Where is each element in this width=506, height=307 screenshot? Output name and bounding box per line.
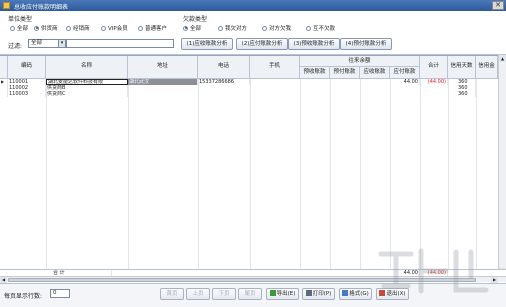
filter-input[interactable]: [66, 39, 174, 48]
radio-debt-none[interactable]: 互不欠款: [306, 24, 335, 32]
radio-unit-all[interactable]: 全部: [10, 24, 28, 32]
format-button[interactable]: 格式(G): [339, 288, 372, 300]
scroll-up-icon[interactable]: ▲: [499, 55, 506, 62]
unit-type-title: 单位类型: [8, 16, 33, 23]
col-header-code[interactable]: 编码: [8, 56, 46, 79]
grid-line: [360, 79, 361, 270]
advance-receipt-analysis-button[interactable]: (3)预收账款分析: [288, 38, 340, 50]
radio-dot: [101, 25, 106, 31]
col-header-name[interactable]: 名称: [46, 56, 128, 79]
debt-type-title: 欠款类型: [183, 16, 208, 23]
radio-debt-i-owe[interactable]: 我欠对方: [218, 24, 247, 32]
col-header-credit-limit[interactable]: 信用金: [476, 56, 498, 79]
col-header-mobile[interactable]: 手机: [250, 56, 300, 79]
filter-select[interactable]: 全部 ▾: [28, 39, 66, 48]
cell-code[interactable]: 110003: [8, 91, 46, 97]
cell-credit-days[interactable]: 360: [448, 91, 476, 97]
printer-icon: [305, 290, 312, 296]
payable-analysis-button[interactable]: (2)应付账款分析: [236, 38, 288, 50]
grid-line: [198, 79, 199, 270]
radio-dot: [138, 25, 143, 31]
first-page-button[interactable]: 首页: [160, 288, 184, 300]
row-indicator-header: [0, 56, 8, 79]
cell-name[interactable]: 供货商C: [46, 91, 128, 97]
col-group-header-balance: 往来余额: [300, 56, 420, 67]
chevron-down-icon: ▾: [58, 40, 65, 47]
grid-line: [46, 79, 47, 270]
grid-line: [390, 79, 391, 270]
title-bar: 总收应付账款明细表 ✕: [0, 0, 506, 11]
row-marker: [0, 91, 8, 97]
grid-line: [250, 79, 251, 270]
radio-dot: [306, 25, 311, 31]
prepayment-analysis-button[interactable]: (4)预付账款分析: [340, 38, 392, 50]
receivable-analysis-button[interactable]: (1)应收账款分析: [181, 38, 233, 50]
rows-per-page-input[interactable]: 0: [50, 289, 70, 298]
grid-line: [300, 79, 301, 270]
col-header-credit-days[interactable]: 信用天数: [448, 56, 476, 79]
radio-unit-dealer[interactable]: 经销商: [66, 24, 90, 32]
radio-unit-regular[interactable]: 普通客户: [138, 24, 167, 32]
prev-page-button[interactable]: 上页: [186, 288, 210, 300]
radio-dot: [10, 25, 15, 31]
col-header-address[interactable]: 地址: [128, 56, 198, 79]
radio-dot-selected: [183, 25, 188, 31]
col-header-accounts-receivable[interactable]: 应收账款: [360, 67, 390, 79]
col-header-total[interactable]: 合计: [420, 56, 448, 79]
radio-unit-vip[interactable]: VIP会员: [101, 24, 128, 32]
grid-line: [476, 79, 477, 270]
grid-line: [330, 79, 331, 270]
filter-panel: 单位类型 全部 供货商 经销商 VIP会员 普通客户 欠款类型 全部 我欠对方 …: [0, 11, 506, 55]
table-row[interactable]: 110003 供货商C 360: [0, 91, 506, 97]
last-page-button[interactable]: 尾页: [238, 288, 262, 300]
radio-dot: [218, 25, 223, 31]
next-page-button[interactable]: 下页: [212, 288, 236, 300]
close-button[interactable]: ✕: [492, 1, 504, 10]
grid-line: [128, 79, 129, 270]
export-icon: [269, 290, 276, 296]
radio-debt-all[interactable]: 全部: [183, 24, 201, 32]
export-button[interactable]: 导出(E): [266, 288, 299, 300]
radio-dot-selected: [34, 25, 39, 31]
col-header-prepaid-payable[interactable]: 预付账款: [330, 67, 360, 79]
radio-dot: [66, 25, 71, 31]
radio-unit-supplier[interactable]: 供货商: [34, 24, 58, 32]
format-icon: [342, 290, 349, 296]
col-header-accounts-payable[interactable]: 应付账款: [390, 67, 420, 79]
col-header-prepaid-receivable[interactable]: 预收账款: [300, 67, 330, 79]
print-button[interactable]: 打印(P): [302, 288, 335, 300]
window-title: 总收应付账款明细表: [14, 4, 69, 11]
grid-line: [420, 79, 421, 270]
rows-per-page-label: 每页显示行数:: [4, 293, 43, 300]
radio-dot: [262, 25, 267, 31]
radio-debt-they-owe[interactable]: 对方欠我: [262, 24, 291, 32]
vertical-scrollbar[interactable]: ▲ ▼: [498, 55, 506, 276]
watermark-logo: [378, 248, 489, 294]
filter-label: 过滤:: [8, 43, 23, 50]
app-icon: [3, 2, 10, 9]
col-header-phone[interactable]: 电话: [198, 56, 250, 79]
data-grid: 编码 名称 地址 电话 手机 往来余额 预收账款 预付账款 应收账款 应付账款 …: [0, 55, 506, 273]
grid-line: [448, 79, 449, 270]
